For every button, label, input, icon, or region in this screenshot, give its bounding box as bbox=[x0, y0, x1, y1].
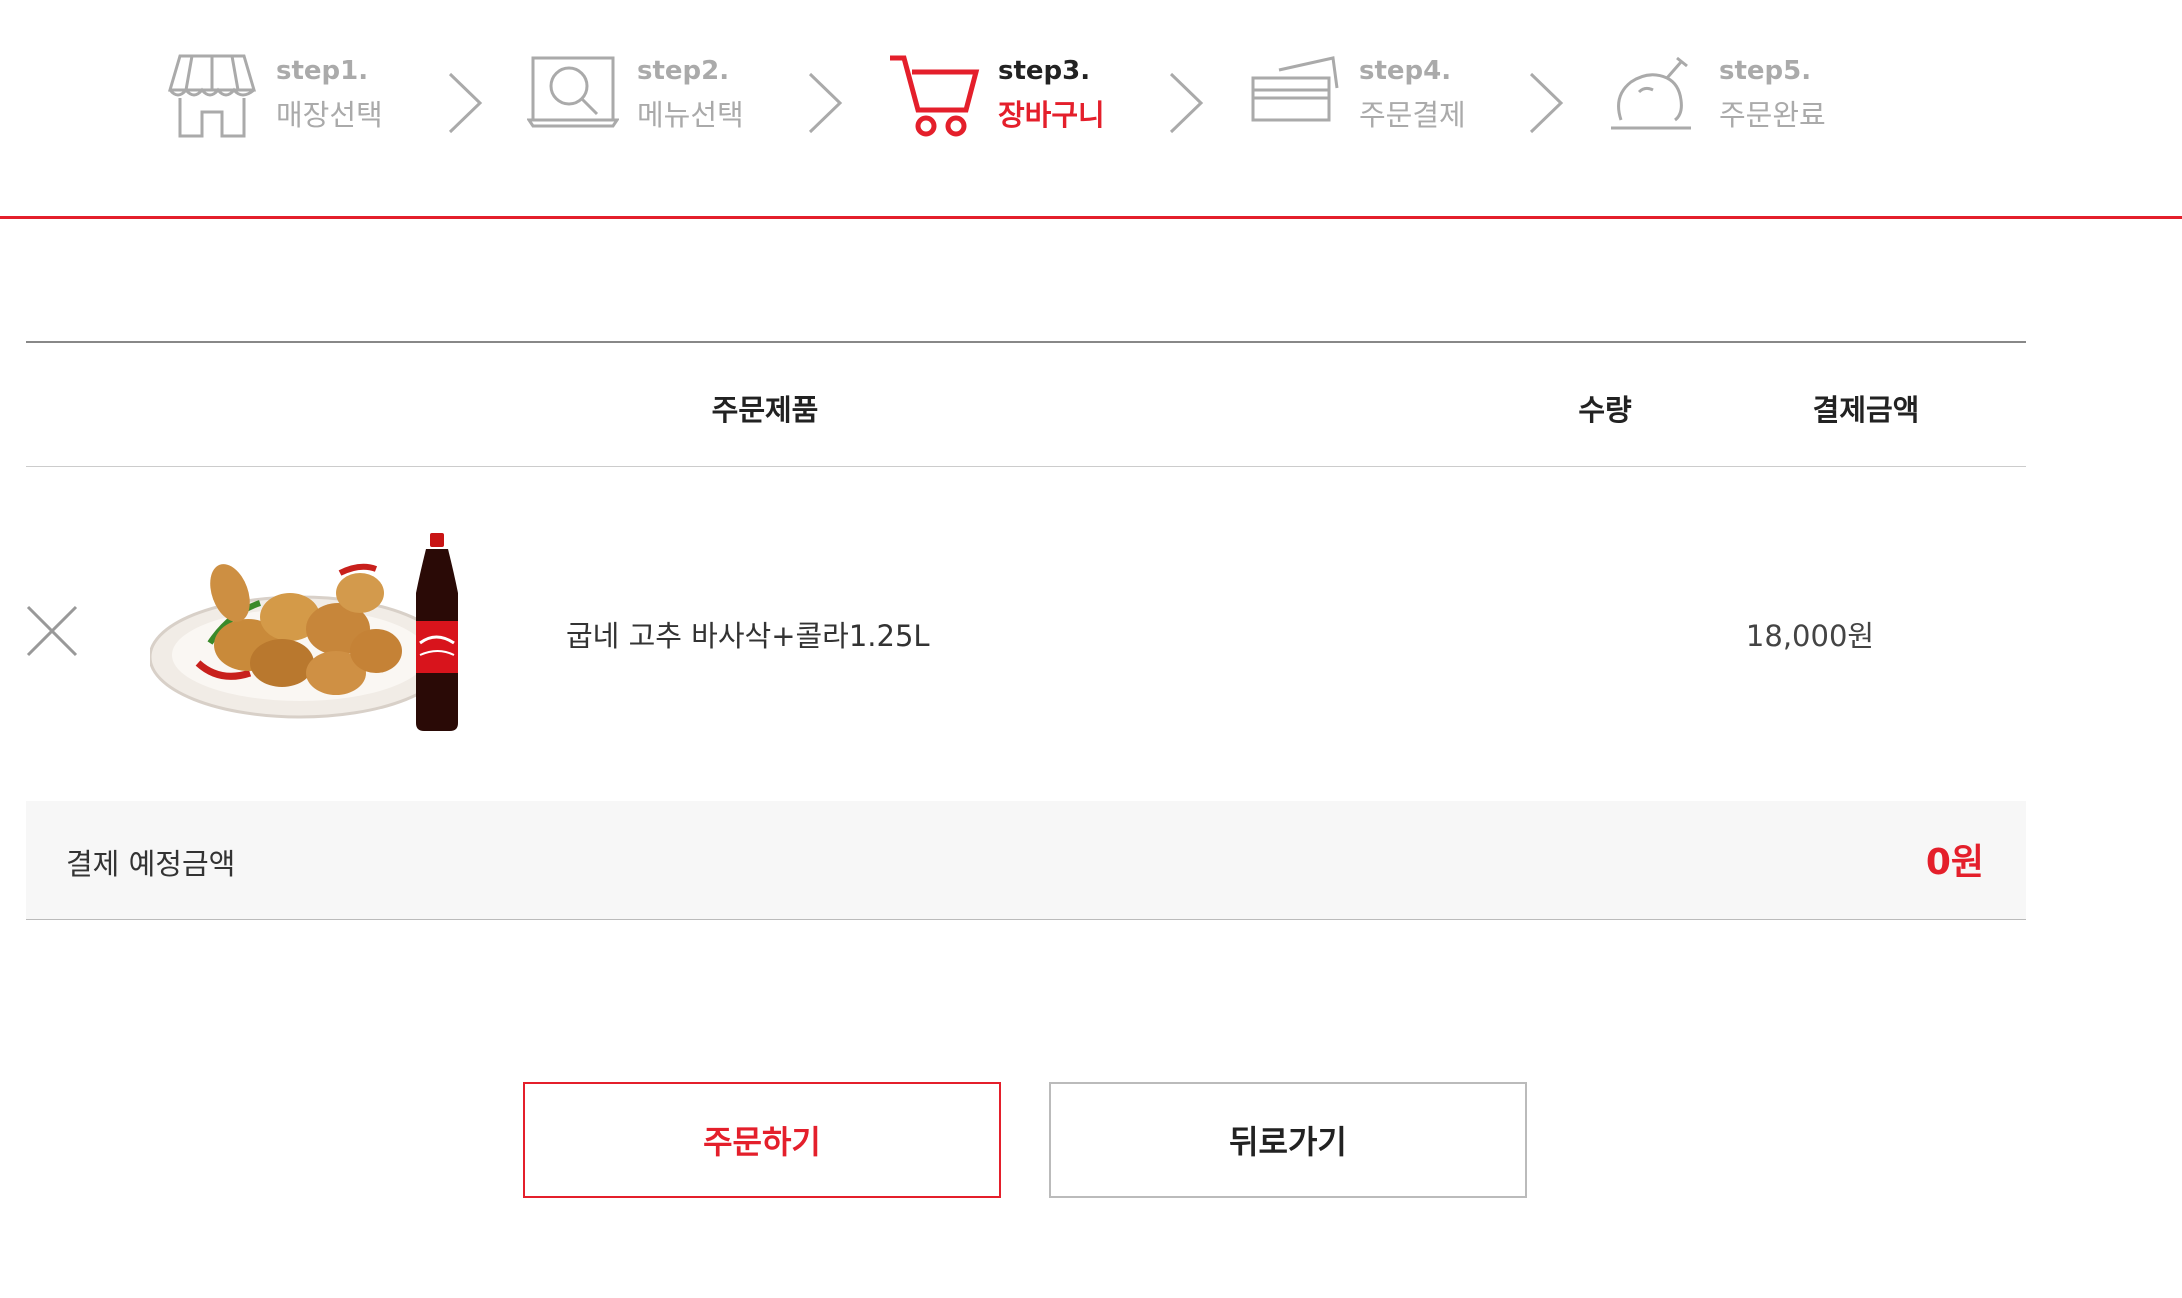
step-label: 주문완료 bbox=[1719, 98, 1826, 132]
product-price: 18,000원 bbox=[1745, 619, 1875, 653]
order-steps: step1. 매장선택 step2. 메뉴선택 step3. 장바구니 step… bbox=[0, 0, 2182, 216]
step-label: 장바구니 bbox=[998, 98, 1105, 132]
order-button[interactable]: 주문하기 bbox=[523, 1082, 1001, 1198]
step-label: 메뉴선택 bbox=[637, 98, 744, 132]
menu-search-icon bbox=[527, 56, 619, 128]
payment-total: 결제 예정금액 0원 bbox=[26, 801, 2026, 920]
header-product: 주문제품 bbox=[711, 393, 819, 427]
remove-item-icon[interactable] bbox=[26, 605, 78, 657]
step-label: 매장선택 bbox=[276, 98, 383, 132]
card-payment-icon bbox=[1251, 56, 1339, 122]
step-number: step3. bbox=[998, 56, 1091, 86]
product-name: 굽네 고추 바사삭+콜라1.25L bbox=[566, 619, 930, 653]
product-image bbox=[150, 533, 458, 731]
header-divider bbox=[0, 216, 2182, 219]
step-number: step5. bbox=[1719, 56, 1812, 86]
header-amount: 결제금액 bbox=[1812, 393, 1920, 427]
store-icon bbox=[167, 54, 257, 138]
cart-icon bbox=[890, 55, 980, 137]
total-label: 결제 예정금액 bbox=[66, 847, 236, 881]
chevron-right-icon bbox=[808, 72, 843, 134]
total-amount: 0원 bbox=[1925, 842, 1984, 883]
back-button[interactable]: 뒤로가기 bbox=[1049, 1082, 1527, 1198]
step-number: step4. bbox=[1359, 56, 1452, 86]
cart-table-header: 주문제품 수량 결제금액 bbox=[26, 341, 2026, 467]
chicken-done-icon bbox=[1611, 56, 1691, 130]
chevron-right-icon bbox=[1529, 72, 1564, 134]
step-label: 주문결제 bbox=[1359, 98, 1466, 132]
chevron-right-icon bbox=[448, 72, 483, 134]
step-number: step1. bbox=[276, 56, 369, 86]
header-quantity: 수량 bbox=[1578, 393, 1632, 427]
table-row: 굽네 고추 바사삭+콜라1.25L 18,000원 bbox=[26, 465, 2026, 802]
step-number: step2. bbox=[637, 56, 730, 86]
chevron-right-icon bbox=[1169, 72, 1204, 134]
